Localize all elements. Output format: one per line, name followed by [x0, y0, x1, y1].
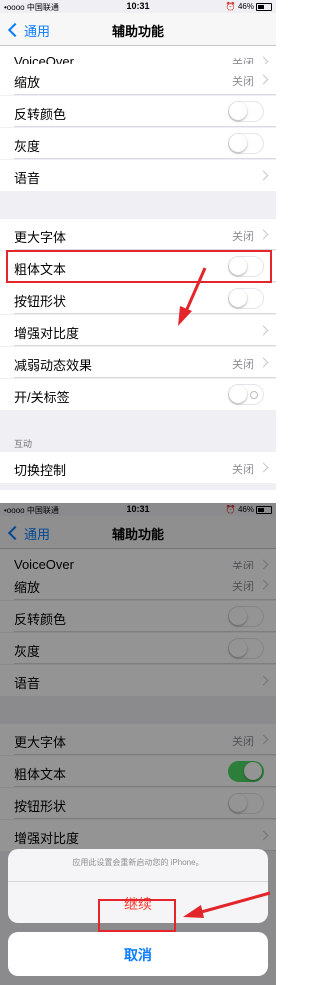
settings-screen-before: •oooo 中国联通 10:31 ⏰ 46% 通用 辅助功能 VoiceOver… — [0, 0, 276, 490]
settings-screen-after: •oooo 中国联通 10:31 ⏰ 46% 通用 辅助功能 VoiceOver… — [0, 503, 276, 985]
annotation-arrow — [178, 267, 207, 326]
annotation-arrow — [183, 891, 271, 918]
